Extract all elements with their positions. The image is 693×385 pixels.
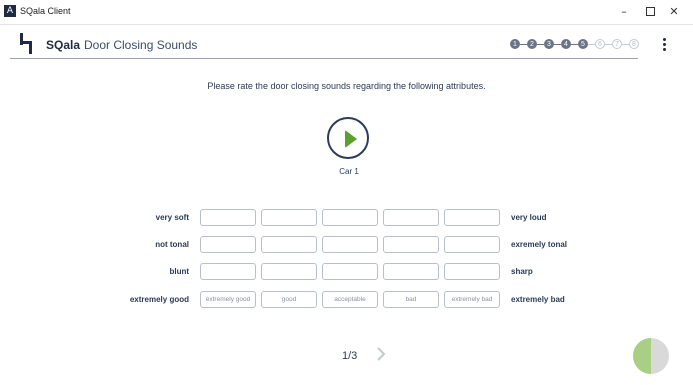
rating-option[interactable] bbox=[383, 209, 439, 226]
rating-option[interactable]: bad bbox=[383, 291, 439, 308]
rating-option[interactable]: extremely good bbox=[200, 291, 256, 308]
rating-option[interactable] bbox=[322, 209, 378, 226]
sqala-logo-icon bbox=[20, 33, 32, 54]
step-4[interactable]: 4 bbox=[561, 39, 571, 49]
rating-option[interactable] bbox=[322, 236, 378, 253]
rating-option[interactable] bbox=[322, 263, 378, 280]
step-connector bbox=[520, 44, 527, 45]
rating-option[interactable] bbox=[444, 236, 500, 253]
play-button[interactable] bbox=[327, 117, 369, 159]
step-connector bbox=[605, 44, 612, 45]
step-connector bbox=[537, 44, 544, 45]
step-connector bbox=[571, 44, 578, 45]
page-title: Door Closing Sounds bbox=[84, 38, 198, 52]
minimize-button[interactable]: – bbox=[612, 2, 636, 22]
window-title: SQala Client bbox=[20, 6, 71, 16]
scale-right-label: sharp bbox=[511, 267, 533, 276]
step-connector bbox=[622, 44, 629, 45]
rating-option[interactable] bbox=[200, 263, 256, 280]
step-5[interactable]: 5 bbox=[578, 39, 588, 49]
rating-option[interactable]: extremely bad bbox=[444, 291, 500, 308]
progress-pie-fill bbox=[633, 338, 651, 374]
maximize-icon bbox=[645, 6, 655, 16]
progress-pie bbox=[633, 338, 669, 374]
step-6[interactable]: 6 bbox=[595, 39, 605, 49]
rating-option[interactable] bbox=[261, 236, 317, 253]
maximize-button[interactable] bbox=[638, 2, 662, 22]
rating-option[interactable]: acceptable bbox=[322, 291, 378, 308]
rating-option[interactable] bbox=[261, 263, 317, 280]
brand-name: SQala bbox=[46, 38, 81, 52]
step-7[interactable]: 7 bbox=[612, 39, 622, 49]
rating-option[interactable] bbox=[383, 236, 439, 253]
chevron-right-icon[interactable] bbox=[374, 347, 388, 361]
rating-option[interactable] bbox=[444, 263, 500, 280]
step-1[interactable]: 1 bbox=[510, 39, 520, 49]
step-8[interactable]: 8 bbox=[629, 39, 639, 49]
header-divider bbox=[10, 58, 638, 59]
page-indicator: 1/3 bbox=[342, 350, 358, 362]
step-connector bbox=[588, 44, 595, 45]
rating-option[interactable] bbox=[444, 209, 500, 226]
step-3[interactable]: 3 bbox=[544, 39, 554, 49]
scale-left-label: not tonal bbox=[155, 240, 189, 249]
scale-right-label: extremely bad bbox=[511, 295, 565, 304]
more-vertical-icon[interactable] bbox=[660, 38, 668, 54]
app-icon: A bbox=[4, 5, 16, 17]
rating-option[interactable] bbox=[383, 263, 439, 280]
scale-left-label: very soft bbox=[155, 213, 189, 222]
rating-option[interactable] bbox=[200, 209, 256, 226]
scale-right-label: exremely tonal bbox=[511, 240, 568, 249]
step-connector bbox=[554, 44, 561, 45]
close-button[interactable]: ✕ bbox=[662, 2, 686, 22]
scale-left-label: extremely good bbox=[129, 295, 189, 304]
rating-option[interactable] bbox=[261, 209, 317, 226]
question-prompt: Please rate the door closing sounds rega… bbox=[207, 81, 486, 91]
step-2[interactable]: 2 bbox=[527, 39, 537, 49]
rating-option[interactable] bbox=[200, 236, 256, 253]
window-titlebar: A SQala Client – ✕ bbox=[0, 0, 693, 25]
player-label: Car 1 bbox=[339, 167, 359, 176]
scale-right-label: very loud bbox=[511, 213, 547, 222]
scale-left-label: blunt bbox=[169, 267, 189, 276]
play-icon bbox=[345, 130, 357, 148]
rating-option[interactable]: good bbox=[261, 291, 317, 308]
